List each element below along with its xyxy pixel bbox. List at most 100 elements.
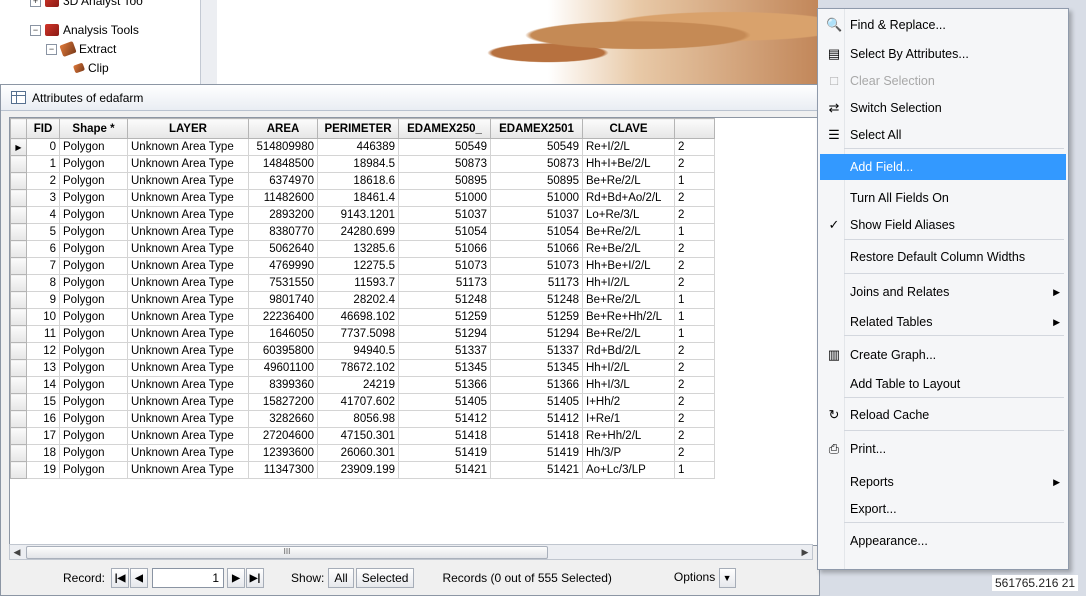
table-cell[interactable]: 18461.4 (317, 189, 399, 207)
table-cell[interactable]: 10 (26, 308, 60, 326)
table-cell[interactable]: Be+Re/2/L (582, 325, 675, 343)
table-cell[interactable]: 2 (674, 189, 715, 207)
collapse-icon[interactable]: − (46, 43, 57, 55)
table-cell[interactable]: 51412 (490, 410, 583, 428)
table-cell[interactable]: 51421 (398, 461, 491, 479)
table-cell[interactable]: Hh+I+Be/2/L (582, 155, 675, 173)
table-cell[interactable]: 51405 (398, 393, 491, 411)
table-cell[interactable]: 47150.301 (317, 427, 399, 445)
table-cell[interactable]: Hh+I/3/L (582, 376, 675, 394)
column-header[interactable]: Shape * (59, 118, 128, 139)
table-cell[interactable]: 51337 (398, 342, 491, 360)
menu-item-print[interactable]: ⎙ Print... (820, 436, 1066, 462)
table-cell[interactable]: Hh/3/P (582, 444, 675, 462)
menu-item-select-all[interactable]: ☰ Select All (820, 122, 1066, 148)
table-cell[interactable]: 50895 (398, 172, 491, 190)
table-cell[interactable]: 94940.5 (317, 342, 399, 360)
row-selector[interactable] (10, 359, 27, 377)
table-cell[interactable]: Polygon (59, 274, 128, 292)
table-cell[interactable]: 15827200 (248, 393, 318, 411)
column-header[interactable]: EDAMEX250_ (398, 118, 491, 139)
table-cell[interactable]: 7 (26, 257, 60, 275)
table-cell[interactable]: 2 (674, 240, 715, 258)
table-row[interactable]: 3 Polygon Unknown Area Type 11482600 18461.4… (10, 189, 715, 207)
table-cell[interactable]: 19 (26, 461, 60, 479)
row-selector[interactable] (10, 444, 27, 462)
row-selector-header[interactable] (10, 118, 27, 139)
table-cell[interactable]: 60395800 (248, 342, 318, 360)
menu-item-joins-and-relates[interactable]: Joins and Relates ▶ (820, 279, 1066, 305)
table-cell[interactable]: 18 (26, 444, 60, 462)
table-cell[interactable]: Polygon (59, 189, 128, 207)
table-cell[interactable]: Lo+Re/3/L (582, 206, 675, 224)
table-cell[interactable]: 2 (674, 257, 715, 275)
table-cell[interactable]: 50549 (398, 138, 491, 156)
row-selector[interactable] (10, 342, 27, 360)
table-cell[interactable]: Unknown Area Type (127, 172, 249, 190)
menu-item-restore-default-column-widths[interactable]: Restore Default Column Widths (820, 244, 1066, 270)
table-cell[interactable]: Rd+Bd+Ao/2/L (582, 189, 675, 207)
table-cell[interactable]: Polygon (59, 325, 128, 343)
table-row[interactable]: 14 Polygon Unknown Area Type 8399360 24219 51… (10, 376, 715, 394)
table-cell[interactable]: 1 (674, 172, 715, 190)
chevron-down-icon[interactable]: ▼ (718, 568, 736, 588)
table-cell[interactable]: 7531550 (248, 274, 318, 292)
first-record-button[interactable]: |◀ (111, 568, 130, 588)
table-cell[interactable]: 51248 (398, 291, 491, 309)
table-cell[interactable]: Rd+Bd/2/L (582, 342, 675, 360)
table-cell[interactable]: 0 (26, 138, 60, 156)
table-cell[interactable]: 49601100 (248, 359, 318, 377)
scroll-right-icon[interactable]: ▶ (798, 545, 812, 559)
table-row[interactable]: 17 Polygon Unknown Area Type 27204600 47150.… (10, 427, 715, 445)
table-cell[interactable]: 50873 (398, 155, 491, 173)
table-cell[interactable]: 51366 (398, 376, 491, 394)
table-cell[interactable]: 2 (674, 342, 715, 360)
table-cell[interactable]: 51418 (490, 427, 583, 445)
table-row[interactable]: 18 Polygon Unknown Area Type 12393600 26060.… (10, 444, 715, 462)
row-selector[interactable] (10, 240, 27, 258)
table-cell[interactable]: 11347300 (248, 461, 318, 479)
table-cell[interactable]: Unknown Area Type (127, 308, 249, 326)
column-header[interactable]: LAYER (127, 118, 249, 139)
table-cell[interactable]: Unknown Area Type (127, 138, 249, 156)
table-cell[interactable]: 2893200 (248, 206, 318, 224)
row-selector[interactable]: ▶ (10, 138, 27, 156)
table-cell[interactable]: 5 (26, 223, 60, 241)
row-selector[interactable] (10, 172, 27, 190)
table-cell[interactable]: 4769990 (248, 257, 318, 275)
table-cell[interactable]: 26060.301 (317, 444, 399, 462)
table-cell[interactable]: 28202.4 (317, 291, 399, 309)
show-selected-button[interactable]: Selected (355, 568, 415, 588)
table-cell[interactable]: 51073 (490, 257, 583, 275)
table-cell[interactable]: 51173 (398, 274, 491, 292)
table-row[interactable]: 1 Polygon Unknown Area Type 14848500 18984.5… (10, 155, 715, 173)
menu-item-show-field-aliases[interactable]: ✓ Show Field Aliases (820, 212, 1066, 238)
column-header[interactable] (674, 118, 715, 139)
table-cell[interactable]: 51066 (398, 240, 491, 258)
table-cell[interactable]: Be+Re/2/L (582, 291, 675, 309)
table-cell[interactable]: I+Hh/2 (582, 393, 675, 411)
row-selector[interactable] (10, 257, 27, 275)
table-cell[interactable]: 5062640 (248, 240, 318, 258)
table-cell[interactable]: 13285.6 (317, 240, 399, 258)
table-cell[interactable]: Unknown Area Type (127, 410, 249, 428)
table-cell[interactable]: 12 (26, 342, 60, 360)
row-selector[interactable] (10, 206, 27, 224)
table-cell[interactable]: 8 (26, 274, 60, 292)
table-cell[interactable]: 1646050 (248, 325, 318, 343)
menu-item-find-replace[interactable]: 🔍 Find & Replace... (820, 12, 1066, 38)
table-cell[interactable]: Polygon (59, 138, 128, 156)
table-cell[interactable]: Polygon (59, 410, 128, 428)
table-cell[interactable]: 2 (674, 155, 715, 173)
table-cell[interactable]: 46698.102 (317, 308, 399, 326)
table-cell[interactable]: 1 (674, 461, 715, 479)
table-row[interactable]: 16 Polygon Unknown Area Type 3282660 8056.98… (10, 410, 715, 428)
table-cell[interactable]: 11482600 (248, 189, 318, 207)
tree-item-analysis-tools[interactable]: − Analysis Tools (30, 23, 139, 37)
menu-item-reports[interactable]: Reports ▶ (820, 469, 1066, 495)
table-cell[interactable]: 27204600 (248, 427, 318, 445)
table-cell[interactable]: 41707.602 (317, 393, 399, 411)
row-selector[interactable] (10, 155, 27, 173)
table-cell[interactable]: Polygon (59, 172, 128, 190)
table-cell[interactable]: Re+Be/2/L (582, 240, 675, 258)
